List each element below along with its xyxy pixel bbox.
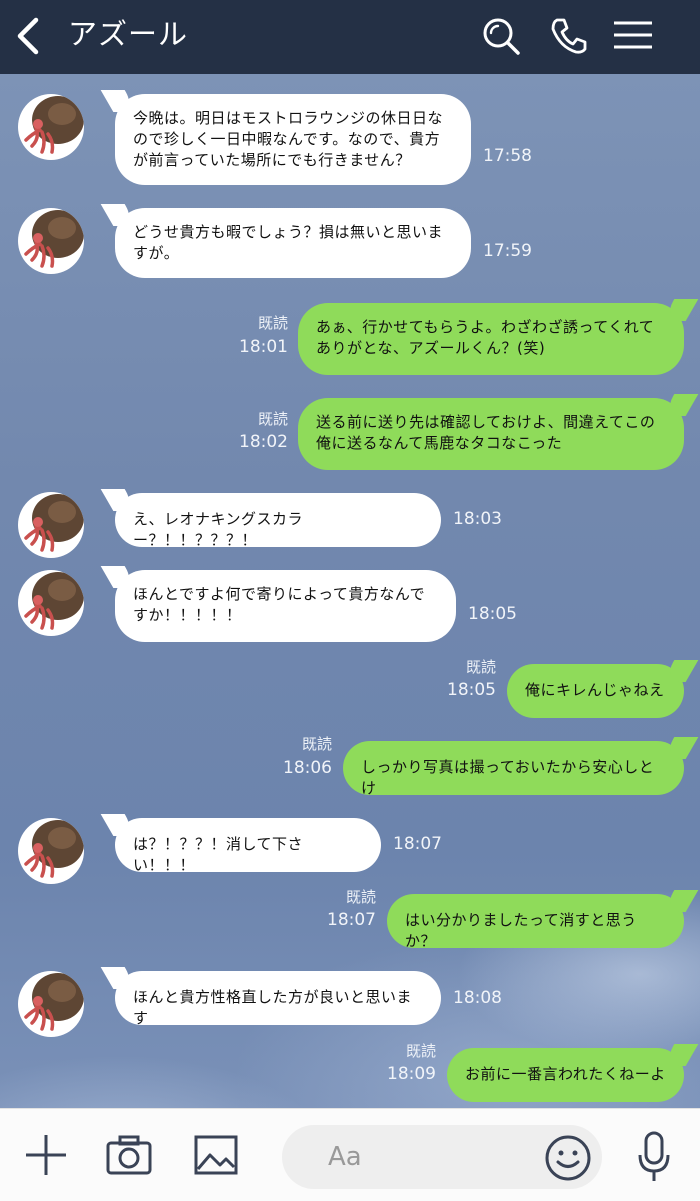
avatar[interactable] — [18, 570, 84, 636]
mic-icon[interactable] — [636, 1131, 672, 1183]
read-receipt: 既読 — [301, 735, 332, 753]
read-receipt: 既読 — [465, 658, 496, 676]
message-bubble[interactable]: は？！？？！消して下さい！！！ — [115, 818, 381, 874]
phone-icon[interactable] — [548, 15, 590, 57]
message-bubble[interactable]: ほんとですよ何で寄りによって貴方なんですか！！！！！ — [115, 570, 456, 642]
message-bubble[interactable]: 今晩は。明日はモストロラウンジの休日日なので珍しく一日中暇なんです。なので、貴方… — [115, 94, 471, 185]
message-bubble[interactable]: しっかり写真は撮っておいたから安心しとけ — [343, 741, 684, 797]
message-time: 18:07 — [393, 834, 442, 854]
read-receipt: 既読 — [405, 1042, 436, 1060]
message-time: 18:05 — [468, 604, 517, 624]
chat-title: アズール — [68, 17, 189, 51]
avatar[interactable] — [18, 492, 84, 558]
message-input[interactable]: Aa — [282, 1125, 602, 1189]
octopus-avatar-icon — [24, 96, 84, 154]
message-bubble[interactable]: お前に一番言われたくねーよ — [447, 1048, 684, 1102]
read-receipt: 既読 — [345, 888, 376, 906]
octopus-avatar-icon — [24, 973, 84, 1031]
emoji-icon[interactable] — [544, 1134, 592, 1182]
octopus-avatar-icon — [24, 820, 84, 878]
message-bubble[interactable]: 送る前に送り先は確認しておけよ、間違えてこの俺に送るなんて馬鹿なタコなこった — [298, 398, 684, 470]
avatar[interactable] — [18, 818, 84, 884]
message-input-bar: Aa — [0, 1108, 700, 1201]
message-time: 18:08 — [453, 988, 502, 1008]
message-time: 18:06 — [283, 758, 332, 778]
message-bubble[interactable]: え、レオナキングスカラー？！！？？？！ — [115, 493, 441, 549]
message-time: 17:58 — [483, 146, 532, 166]
search-icon[interactable] — [480, 15, 522, 57]
read-receipt: 既読 — [257, 314, 288, 332]
image-icon[interactable] — [194, 1135, 238, 1175]
message-time: 18:09 — [387, 1064, 436, 1084]
message-bubble[interactable]: はい分かりましたって消すと思うか？ — [387, 894, 684, 950]
message-time: 18:07 — [327, 910, 376, 930]
message-time: 18:05 — [447, 680, 496, 700]
avatar[interactable] — [18, 94, 84, 160]
menu-icon[interactable] — [612, 15, 654, 57]
camera-icon[interactable] — [106, 1133, 152, 1177]
octopus-avatar-icon — [24, 494, 84, 552]
octopus-avatar-icon — [24, 572, 84, 630]
message-bubble[interactable]: あぁ、行かせてもらうよ。わざわざ誘ってくれてありがとな、アズールくん？(笑) — [298, 303, 684, 375]
plus-icon[interactable] — [24, 1133, 68, 1177]
chat-header: アズール — [0, 0, 700, 74]
avatar[interactable] — [18, 971, 84, 1037]
message-bubble[interactable]: 俺にキレんじゃねえ — [507, 664, 684, 718]
read-receipt: 既読 — [257, 410, 288, 428]
octopus-avatar-icon — [24, 210, 84, 268]
input-placeholder: Aa — [328, 1142, 362, 1172]
back-icon[interactable] — [14, 16, 42, 56]
message-time: 18:01 — [239, 337, 288, 357]
message-time: 18:02 — [239, 432, 288, 452]
message-time: 17:59 — [483, 241, 532, 261]
message-bubble[interactable]: どうせ貴方も暇でしょう？損は無いと思いますが。 — [115, 208, 471, 278]
chat-area[interactable]: 今晩は。明日はモストロラウンジの休日日なので珍しく一日中暇なんです。なので、貴方… — [0, 74, 700, 1108]
message-bubble[interactable]: ほんと貴方性格直した方が良いと思います — [115, 971, 441, 1027]
message-time: 18:03 — [453, 509, 502, 529]
avatar[interactable] — [18, 208, 84, 274]
